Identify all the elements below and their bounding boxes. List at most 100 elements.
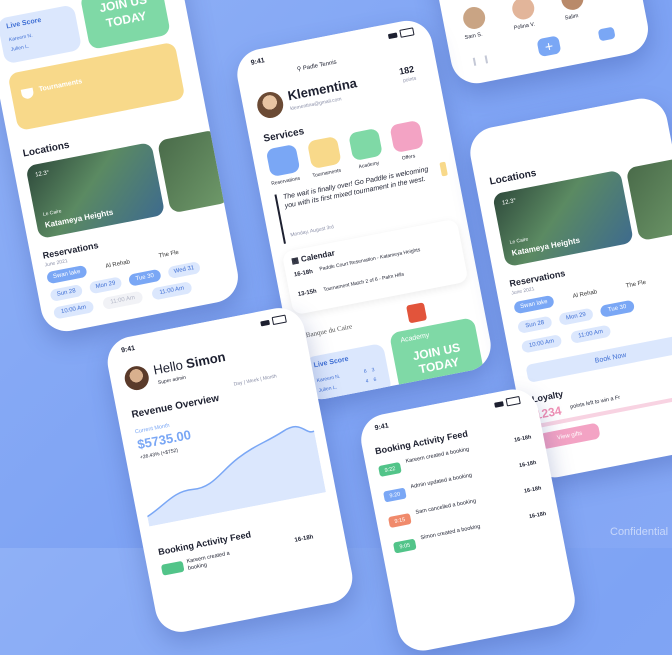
temperature: 12.3° bbox=[34, 170, 50, 179]
watermark: Confidential bbox=[610, 526, 669, 538]
feed-title: Booking Activity Feed bbox=[157, 529, 252, 558]
event-time: 13-15h bbox=[297, 288, 318, 299]
feed-hours: 16-18h bbox=[528, 511, 547, 521]
location-card[interactable]: 12.3° Le Caire Katameya Heights bbox=[492, 169, 634, 268]
notch bbox=[156, 313, 250, 346]
day-chip[interactable]: Sun 28 bbox=[517, 315, 553, 334]
academy-label: Academy bbox=[399, 331, 430, 345]
signal-icon bbox=[387, 32, 398, 39]
place-chip[interactable]: Swan lake bbox=[46, 264, 88, 285]
locations-title: Locations bbox=[21, 139, 71, 160]
news-date: Monday, August 3rd bbox=[289, 224, 335, 239]
score-set: 6 bbox=[373, 376, 377, 384]
view-gifts-button[interactable]: View gifts bbox=[538, 422, 601, 450]
calendar-label: Calendar bbox=[300, 248, 336, 264]
service-label: Offers bbox=[401, 153, 416, 162]
people-icon[interactable] bbox=[597, 26, 616, 42]
live-score-title: Live Score bbox=[313, 355, 350, 370]
service-academy[interactable] bbox=[348, 127, 383, 162]
feed-time: 9:22 bbox=[378, 461, 402, 477]
score-set: 3 bbox=[371, 366, 376, 374]
feed-time: 9:05 bbox=[392, 538, 417, 554]
brand-label: ⚲ Padle Tennis bbox=[296, 59, 338, 74]
avatar bbox=[559, 0, 586, 12]
points-value: 182 bbox=[398, 63, 415, 77]
signal-icon bbox=[494, 400, 504, 408]
place-chip[interactable]: Swan lake bbox=[513, 294, 555, 315]
feed-hours: 16-18h bbox=[294, 534, 314, 544]
calendar-icon: ▦ bbox=[290, 255, 300, 266]
notch bbox=[399, 393, 493, 425]
avatar bbox=[461, 5, 488, 31]
player-name: Polina V. bbox=[513, 21, 536, 32]
battery-icon bbox=[505, 395, 521, 407]
time-chip[interactable]: 10:00 Am bbox=[520, 334, 563, 354]
services-title: Services bbox=[262, 126, 306, 145]
event-time: 16-18h bbox=[293, 268, 314, 279]
feed-tag bbox=[160, 560, 185, 576]
notch bbox=[518, 104, 612, 136]
bank-name: Banque du Caire bbox=[305, 322, 353, 340]
day-chip[interactable]: Mon 29 bbox=[88, 276, 123, 295]
day-chip[interactable]: Tue 30 bbox=[599, 299, 636, 318]
revenue-area-chart bbox=[146, 425, 326, 527]
day-chip[interactable]: Tue 30 bbox=[128, 268, 162, 287]
day-chip[interactable]: Wed 31 bbox=[167, 261, 201, 279]
stats-icon[interactable] bbox=[472, 55, 489, 66]
location-card-2[interactable] bbox=[156, 129, 230, 214]
service-tournaments[interactable] bbox=[306, 135, 342, 170]
news-accent bbox=[439, 161, 448, 177]
feed-hours: 16-18h bbox=[523, 485, 542, 495]
place-chip[interactable]: Al Rehab bbox=[97, 255, 139, 274]
score-row: Julien L. bbox=[10, 43, 30, 53]
range-toggle[interactable]: Day | Week | Month bbox=[233, 373, 277, 387]
status-time: 9:41 bbox=[374, 421, 390, 432]
loyalty-title: Loyalty bbox=[531, 388, 564, 405]
time-chip[interactable]: 11:00 Am bbox=[101, 290, 144, 311]
status-time: 9:41 bbox=[250, 56, 266, 67]
notch bbox=[284, 26, 378, 58]
avatar[interactable] bbox=[122, 364, 151, 393]
add-button[interactable]: + bbox=[536, 35, 562, 58]
bank-emblem-icon bbox=[406, 302, 428, 324]
feed-hours: 16-18h bbox=[518, 459, 537, 470]
player-name: Salim bbox=[564, 13, 580, 22]
service-reservations[interactable] bbox=[265, 143, 301, 178]
score-player: Julien L. bbox=[318, 384, 338, 394]
trophy-icon bbox=[20, 87, 35, 100]
join-card[interactable]: JOIN US TODAY bbox=[79, 0, 171, 50]
revenue-title: Revenue Overview bbox=[130, 392, 221, 421]
academy-card[interactable]: Academy JOIN US TODAY bbox=[389, 317, 485, 393]
city: Le Caire bbox=[509, 236, 529, 246]
service-label: Reservations bbox=[270, 175, 301, 188]
greeting: Hello Simon bbox=[152, 349, 227, 378]
time-chip[interactable]: 10:00 Am bbox=[52, 300, 95, 320]
day-chip[interactable]: Mon 29 bbox=[558, 307, 594, 326]
day-chip[interactable]: Sun 28 bbox=[49, 284, 84, 302]
points-label: points bbox=[402, 75, 417, 85]
location-card[interactable]: 12.3° Le Caire Katameya Heights bbox=[25, 142, 166, 240]
reservations-title: Reservations bbox=[508, 268, 567, 289]
service-offers[interactable] bbox=[389, 119, 425, 154]
battery-icon bbox=[271, 314, 287, 326]
feed-time: 9:15 bbox=[387, 513, 412, 529]
place-chip[interactable]: Al Rehab bbox=[564, 285, 606, 304]
user-icon: ⚲ bbox=[296, 66, 302, 74]
brand-name: Padle Tennis bbox=[302, 59, 338, 72]
phone-players: Sam S. Polina V. Salim + bbox=[427, 0, 653, 88]
service-label: Academy bbox=[358, 160, 380, 171]
signal-icon bbox=[260, 319, 270, 326]
place-chip[interactable]: The Fle bbox=[148, 245, 190, 264]
calendar-title: ▦ Calendar bbox=[291, 248, 336, 265]
time-chip[interactable]: 11:00 Am bbox=[151, 281, 193, 301]
score-set: 6 bbox=[363, 368, 368, 375]
score-row: Kareem N. bbox=[8, 32, 34, 44]
avatar[interactable] bbox=[254, 89, 286, 121]
feed-time: 9:20 bbox=[383, 487, 407, 503]
time-chip[interactable]: 11:00 Am bbox=[569, 324, 612, 344]
live-score-card[interactable]: Live Score Kareem N. Julien L. bbox=[0, 4, 83, 65]
greeting-hello: Hello bbox=[152, 357, 185, 378]
place-chip[interactable]: The Fle bbox=[615, 275, 657, 294]
reservations-title: Reservations bbox=[41, 240, 100, 261]
location-card-2[interactable] bbox=[625, 157, 672, 242]
